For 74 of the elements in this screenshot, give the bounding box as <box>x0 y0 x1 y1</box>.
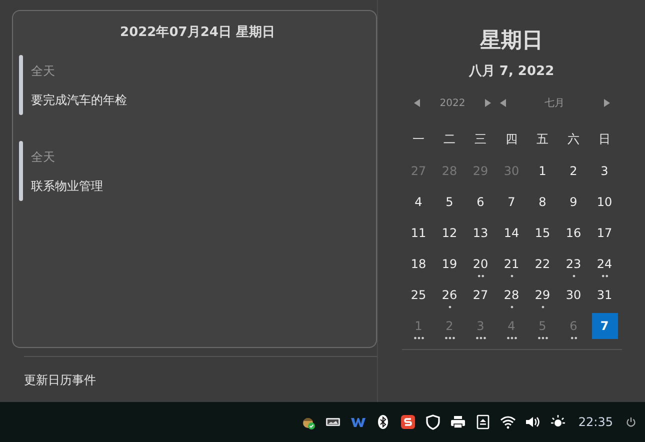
date-subtitle: 八月 7, 2022 <box>468 63 554 80</box>
selected-day[interactable]: 7 <box>592 312 618 338</box>
event-time: 全天 <box>31 63 55 80</box>
weekday-label: 四 <box>506 131 518 148</box>
calendar-day[interactable]: 1 <box>538 164 546 178</box>
calendar-day[interactable]: 13 <box>472 226 488 240</box>
next-year-icon[interactable] <box>485 99 492 107</box>
event-time: 全天 <box>31 149 55 166</box>
printer-icon[interactable] <box>450 414 466 430</box>
event-dots: • <box>510 304 514 312</box>
calendar-day[interactable]: 15 <box>534 226 550 240</box>
calendar-day[interactable]: 7 <box>508 194 516 208</box>
calendar-day[interactable]: 23 <box>566 256 582 270</box>
letter-s-icon[interactable] <box>400 414 416 430</box>
calendar-day[interactable]: 8 <box>538 194 546 208</box>
year-label: 2022 <box>440 98 466 108</box>
calendar-day[interactable]: 28 <box>504 288 520 302</box>
previous-month-icon[interactable] <box>500 99 506 107</box>
weekday-label: 二 <box>444 131 456 148</box>
clock[interactable]: 22:35 <box>578 415 613 429</box>
event-title: 要完成汽车的年检 <box>31 92 127 109</box>
power-icon[interactable] <box>625 416 637 428</box>
event-dots: •• <box>600 273 608 281</box>
calendar-day[interactable]: 20 <box>472 256 488 270</box>
calendar-day[interactable]: 17 <box>596 226 612 240</box>
event-dots: ••• <box>506 335 518 343</box>
calendar-day[interactable]: 2 <box>570 164 578 178</box>
calendar-day[interactable]: 19 <box>442 256 458 270</box>
calendar-day[interactable]: 24 <box>596 256 612 270</box>
shield-icon[interactable] <box>425 414 442 430</box>
calendar-day[interactable]: 25 <box>410 288 426 302</box>
calendar-day[interactable]: 10 <box>596 194 612 208</box>
weekday-label: 一 <box>412 131 424 148</box>
event-dots: •• <box>570 335 578 343</box>
month-label: 七月 <box>544 96 564 110</box>
event-dots: ••• <box>444 335 456 343</box>
calendar-day[interactable]: 29 <box>534 288 550 302</box>
volume-icon[interactable] <box>525 414 542 430</box>
weekday-label: 五 <box>536 131 548 148</box>
calendar-day[interactable]: 30 <box>566 288 582 302</box>
event-dots: • <box>540 304 544 312</box>
event-dots: • <box>572 273 576 281</box>
calendar-day[interactable]: 11 <box>410 226 426 240</box>
calendar-day[interactable]: 5 <box>446 194 454 208</box>
calendar-day[interactable]: 3 <box>600 164 608 178</box>
calendar-day[interactable]: 26 <box>442 288 458 302</box>
event-dots: •• <box>476 273 484 281</box>
event-dots: • <box>510 273 514 281</box>
calendar-day[interactable]: 18 <box>410 256 426 270</box>
event-dots: ••• <box>536 335 548 343</box>
event-dots: ••• <box>474 335 486 343</box>
calendar-day[interactable]: 16 <box>566 226 582 240</box>
calendar-day[interactable]: 6 <box>476 194 484 208</box>
next-month-icon[interactable] <box>604 99 610 107</box>
event-dots: • <box>448 304 452 312</box>
calendar-day[interactable]: 21 <box>504 256 520 270</box>
calendar-day[interactable]: 31 <box>596 288 612 302</box>
calendar-day[interactable]: 9 <box>570 194 578 208</box>
previous-year-icon[interactable] <box>414 99 420 107</box>
calendar-day[interactable]: 14 <box>504 226 520 240</box>
weekday-label: 六 <box>568 131 580 148</box>
wifi-icon[interactable] <box>500 414 516 430</box>
weekday-title: 星期日 <box>480 27 543 54</box>
event-dots: ••• <box>412 335 424 343</box>
weekday-label: 三 <box>474 131 486 148</box>
event-title: 联系物业管理 <box>31 178 103 195</box>
calendar-day[interactable]: 27 <box>472 288 488 302</box>
calendar-day[interactable]: 22 <box>534 256 550 270</box>
refresh-events-link[interactable]: 更新日历事件 <box>24 373 96 387</box>
eject-icon[interactable] <box>475 414 492 430</box>
weekday-label: 日 <box>598 131 610 148</box>
calendar-day[interactable]: 4 <box>414 194 422 208</box>
date-header: 2022年07月24日 星期日 <box>119 24 276 41</box>
calendar-day[interactable]: 12 <box>442 226 458 240</box>
